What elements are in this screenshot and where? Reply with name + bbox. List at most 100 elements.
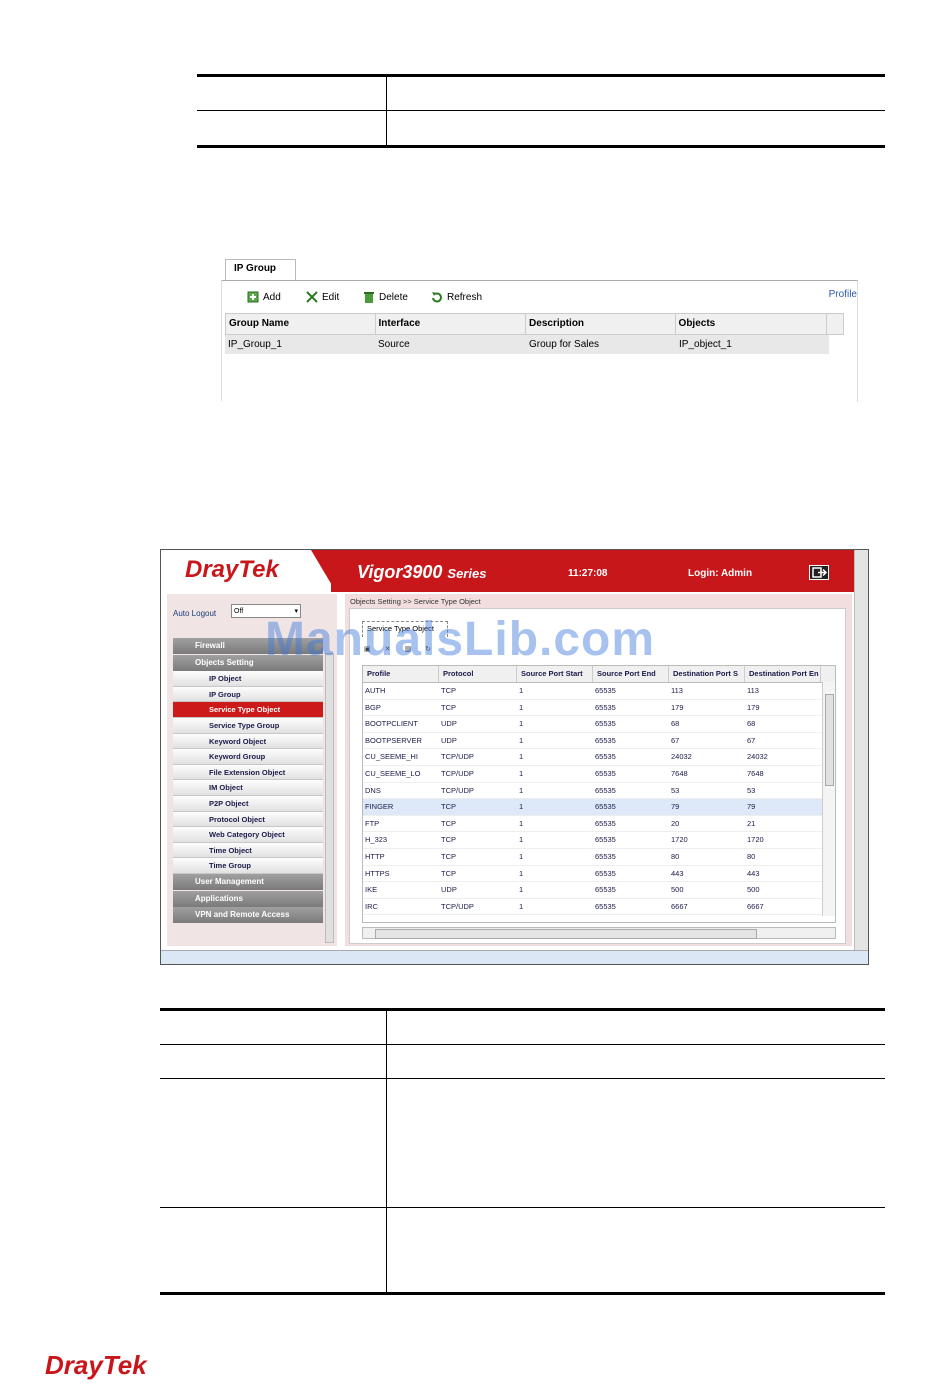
table-cell: 6667 — [671, 901, 688, 911]
service-type-grid: Profile Protocol Source Port Start Source P… — [362, 665, 836, 923]
column-header[interactable]: Interface — [376, 314, 527, 334]
table-cell: 20 — [671, 818, 680, 828]
table-cell: IP_object_1 — [679, 339, 732, 350]
table-cell: TCP/UDP — [441, 769, 474, 778]
table-row[interactable]: FTP TCP 1 65535 20 21 — [363, 816, 823, 833]
menu-item[interactable]: Service Type Object — [173, 702, 323, 718]
column-header[interactable]: Profile — [363, 666, 439, 682]
ip-group-table-header: Group Name Interface Description Objects — [225, 313, 844, 335]
tab-ip-group[interactable]: IP Group — [225, 259, 296, 280]
add-button[interactable]: Add — [247, 291, 281, 303]
table-cell: 1 — [519, 852, 524, 861]
table-row[interactable]: BGP TCP 1 65535 179 179 — [363, 700, 823, 717]
window-horizontal-scrollbar[interactable] — [161, 950, 868, 964]
menu-item[interactable]: Time Group — [173, 858, 323, 874]
menu-item[interactable]: Web Category Object — [173, 827, 323, 843]
table-cell: 65535 — [595, 719, 616, 729]
manual-page: { "ip_group_panel": { "tab_label": "IP G… — [0, 0, 950, 1387]
menu-item[interactable]: Service Type Group — [173, 717, 323, 734]
logout-icon[interactable] — [809, 565, 829, 580]
model-series: Vigor3900 Series — [357, 562, 487, 582]
menu-item[interactable]: Keyword Object — [173, 733, 323, 750]
table-cell: 79 — [747, 802, 756, 812]
table-row[interactable]: H_323 TCP 1 65535 1720 1720 — [363, 832, 823, 849]
table-cell: TCP — [441, 818, 456, 828]
table-cell: 1 — [519, 702, 524, 712]
menu-item[interactable]: IP Object — [173, 671, 323, 687]
bottom-spec-table — [160, 1008, 885, 1295]
table-cell: IKE — [365, 885, 378, 895]
menu-item[interactable]: Protocol Object — [173, 811, 323, 828]
table-row[interactable]: IKE UDP 1 65535 500 500 — [363, 882, 823, 899]
menu-item[interactable]: Time Object — [173, 842, 323, 859]
column-header[interactable]: Description — [526, 314, 676, 334]
table-cell: Source — [378, 339, 410, 350]
grid-header: Profile Protocol Source Port Start Source P… — [363, 666, 835, 683]
table-cell: 24032 — [747, 752, 768, 762]
auto-logout-label: Auto Logout — [173, 609, 217, 618]
table-row[interactable]: HTTPS TCP 1 65535 443 443 — [363, 866, 823, 883]
table-cell: 7648 — [747, 769, 764, 778]
menu-item[interactable]: IM Object — [173, 780, 323, 796]
table-cell: TCP — [441, 686, 456, 695]
table-cell: 1720 — [747, 835, 764, 845]
table-cell: TCP — [441, 852, 456, 861]
menu-item[interactable]: Keyword Group — [173, 749, 323, 765]
table-cell: 1 — [519, 785, 524, 795]
table-row[interactable]: CU_SEEME_HI TCP/UDP 1 65535 24032 24032 — [363, 749, 823, 766]
ip-group-panel: IP Group Add Edit Delete Refresh Profile… — [221, 255, 861, 403]
table-row[interactable]: AUTH TCP 1 65535 113 113 — [363, 683, 823, 700]
menu-category[interactable]: Applications — [173, 890, 323, 907]
trash-icon — [364, 292, 374, 303]
window-vertical-scrollbar[interactable] — [854, 550, 868, 952]
table-cell: 1 — [519, 769, 524, 778]
refresh-button[interactable]: Refresh — [431, 291, 482, 303]
table-row[interactable]: BOOTPSERVER UDP 1 65535 67 67 — [363, 733, 823, 750]
table-cell: 1 — [519, 901, 524, 911]
table-cell: 65535 — [595, 901, 616, 911]
table-cell: 68 — [671, 719, 680, 729]
column-header[interactable]: Group Name — [226, 314, 376, 334]
table-cell: 65535 — [595, 835, 616, 845]
table-row[interactable]: IRC TCP/UDP 1 65535 6667 6667 — [363, 899, 823, 916]
table-cell: 113 — [671, 686, 683, 695]
menu-item[interactable]: P2P Object — [173, 795, 323, 812]
table-cell: TCP/UDP — [441, 785, 474, 795]
table-cell: 65535 — [595, 868, 616, 878]
table-cell: 65535 — [595, 686, 616, 695]
column-header[interactable]: Destination Port S — [669, 666, 745, 682]
grid-vertical-scrollbar[interactable] — [822, 682, 835, 916]
table-cell: 65535 — [595, 752, 616, 762]
table-cell: 1 — [519, 835, 524, 845]
table-cell: IP_Group_1 — [228, 339, 282, 350]
table-row[interactable]: DNS TCP/UDP 1 65535 53 53 — [363, 783, 823, 800]
profile-link[interactable]: Profile — [829, 289, 857, 300]
table-cell: 65535 — [595, 802, 616, 812]
menu-item[interactable]: File Extension Object — [173, 764, 323, 781]
table-cell: 1 — [519, 818, 524, 828]
edit-button[interactable]: Edit — [306, 291, 339, 303]
sidebar-scrollbar[interactable] — [325, 653, 334, 943]
table-cell: FINGER — [365, 802, 394, 812]
table-cell: TCP — [441, 802, 456, 812]
table-row[interactable]: FINGER TCP 1 65535 79 79 — [363, 799, 823, 816]
table-cell: 1 — [519, 719, 524, 729]
table-row[interactable]: CU_SEEME_LO TCP/UDP 1 65535 7648 7648 — [363, 766, 823, 783]
column-header[interactable]: Source Port End — [593, 666, 669, 682]
column-header[interactable]: Destination Port En — [745, 666, 821, 682]
column-header[interactable]: Objects — [676, 314, 828, 334]
column-header[interactable]: Protocol — [439, 666, 517, 682]
table-row[interactable]: HTTP TCP 1 65535 80 80 — [363, 849, 823, 866]
menu-category[interactable]: User Management — [173, 873, 323, 890]
delete-button[interactable]: Delete — [363, 291, 408, 303]
table-row[interactable]: IP_Group_1 Source Group for Sales IP_obj… — [225, 335, 829, 354]
svg-text:DrayTek: DrayTek — [45, 1350, 148, 1380]
grid-horizontal-scrollbar[interactable] — [362, 927, 836, 939]
table-cell: 1720 — [671, 835, 688, 845]
menu-category[interactable]: VPN and Remote Access — [173, 907, 323, 924]
table-row[interactable]: BOOTPCLIENT UDP 1 65535 68 68 — [363, 716, 823, 733]
column-header[interactable]: Source Port Start — [517, 666, 593, 682]
menu-item[interactable]: IP Group — [173, 686, 323, 703]
table-cell: 179 — [747, 702, 760, 712]
sidebar-menu: Firewall Objects Setting IP Object IP Group… — [173, 638, 323, 924]
